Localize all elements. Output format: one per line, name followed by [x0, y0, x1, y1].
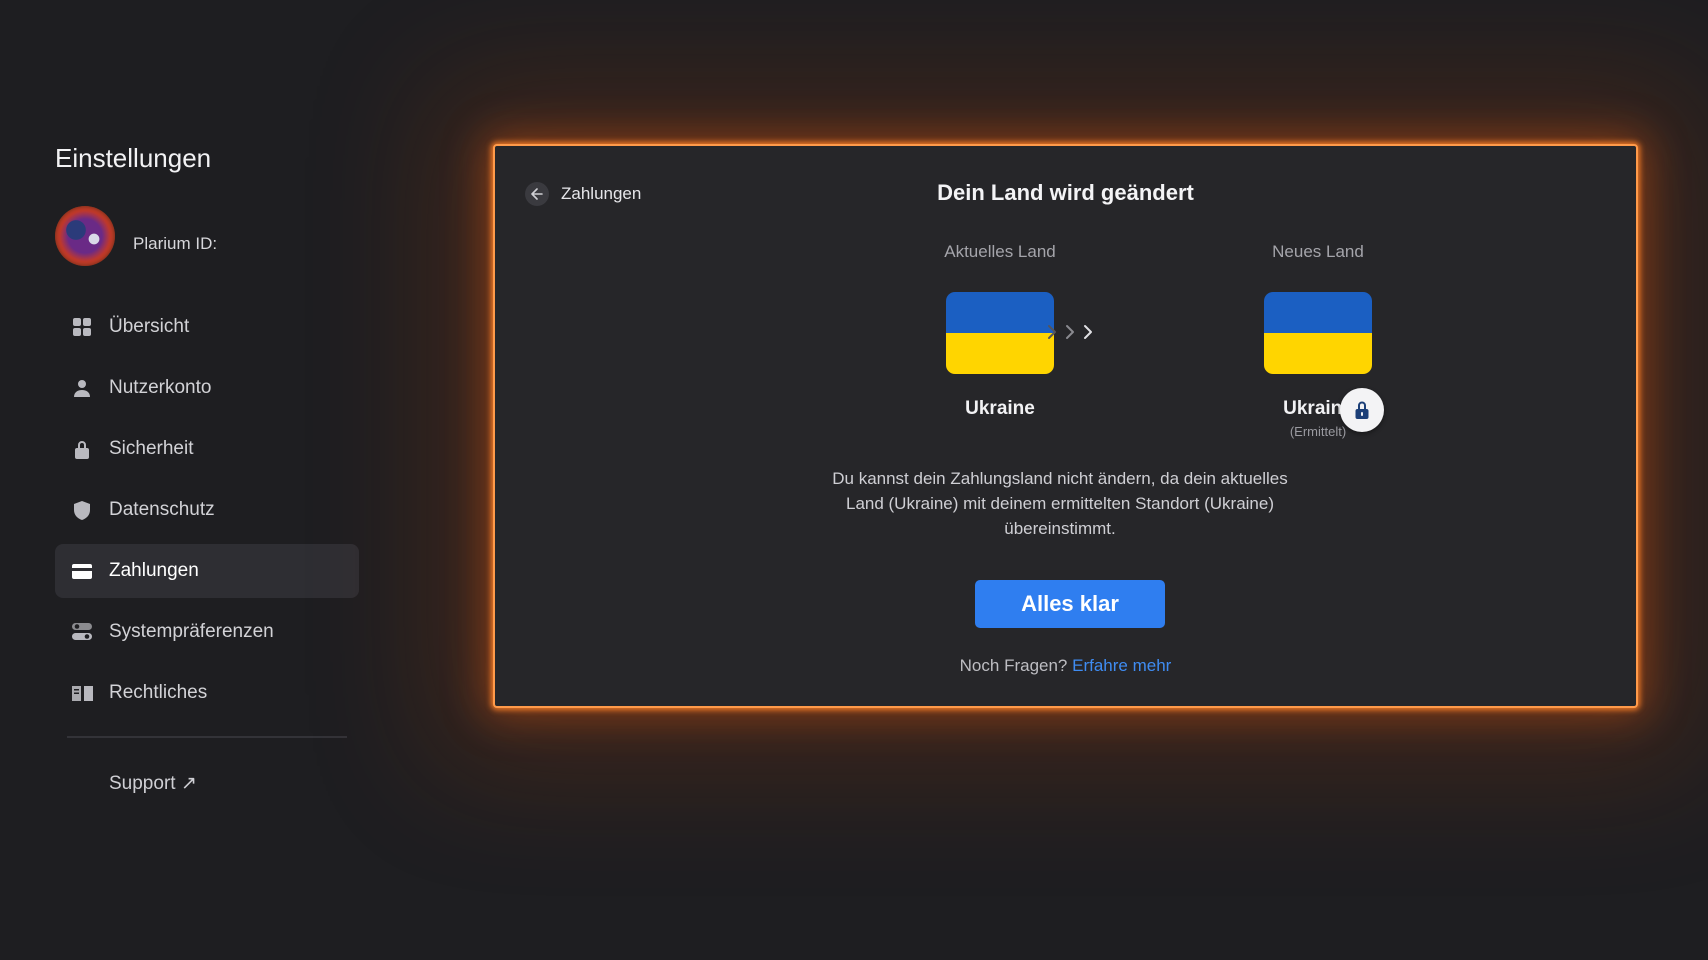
sidebar-item-datenschutz[interactable]: Datenschutz	[55, 483, 359, 537]
sidebar-item-systempraeferenzen[interactable]: Systempräferenzen	[55, 605, 359, 659]
current-country-name: Ukraine	[965, 398, 1035, 419]
sidebar-nav: Übersicht Nutzerkonto Sicherheit Datensc…	[55, 300, 359, 727]
sidebar-item-nutzerkonto[interactable]: Nutzerkonto	[55, 361, 359, 415]
sidebar-item-label: Übersicht	[109, 316, 190, 337]
credit-card-icon	[71, 560, 93, 582]
sidebar-title: Einstellungen	[55, 143, 212, 173]
grid-icon	[71, 316, 93, 338]
sidebar-item-sicherheit[interactable]: Sicherheit	[55, 422, 359, 476]
ukraine-flag-icon	[946, 292, 1054, 374]
shield-icon	[71, 499, 93, 521]
plarium-id-label: Plarium ID:	[133, 234, 218, 253]
new-country: Neues Land Ukraine (Ermittelt)	[1228, 242, 1408, 439]
lock-icon	[1340, 388, 1384, 432]
sidebar-item-label: Datenschutz	[109, 499, 215, 520]
country-change-dialog: Zahlungen Dein Land wird geändert Aktuel…	[493, 144, 1638, 708]
detected-note: (Ermittelt)	[1289, 424, 1347, 439]
learn-more-link[interactable]: Erfahre mehr	[1072, 656, 1171, 675]
sidebar-item-uebersicht[interactable]: Übersicht	[55, 300, 359, 354]
profile: Plarium ID:	[55, 206, 217, 266]
sidebar-item-label: Rechtliches	[109, 682, 208, 703]
help-prefix: Noch Fragen?	[959, 656, 1068, 675]
sidebar-item-rechtliches[interactable]: Rechtliches	[55, 666, 359, 720]
sidebar-item-label: Systempräferenzen	[109, 621, 274, 642]
new-country-label: Neues Land	[1272, 242, 1364, 261]
sidebar-item-label: Zahlungen	[109, 560, 199, 581]
user-icon	[71, 377, 93, 399]
chevrons-right-icon	[1048, 325, 1092, 339]
confirm-button[interactable]: Alles klar	[975, 580, 1165, 628]
info-message: Du kannst dein Zahlungsland nicht ändern…	[832, 469, 1288, 538]
help-line: Noch Fragen? Erfahre mehr	[495, 656, 1636, 676]
sidebar-item-label: Nutzerkonto	[109, 377, 212, 398]
sidebar-item-zahlungen[interactable]: Zahlungen	[55, 544, 359, 598]
sidebar-item-label: Sicherheit	[109, 438, 194, 459]
dialog-title: Dein Land wird geändert	[937, 180, 1194, 205]
toggle-icon	[71, 621, 93, 643]
book-icon	[71, 682, 93, 704]
ukraine-flag-icon	[1264, 292, 1372, 374]
support-link[interactable]: Support ↗	[109, 772, 197, 795]
avatar[interactable]	[55, 206, 115, 266]
lock-icon	[71, 438, 93, 460]
current-country-label: Aktuelles Land	[944, 242, 1056, 261]
sidebar-divider	[67, 736, 347, 738]
